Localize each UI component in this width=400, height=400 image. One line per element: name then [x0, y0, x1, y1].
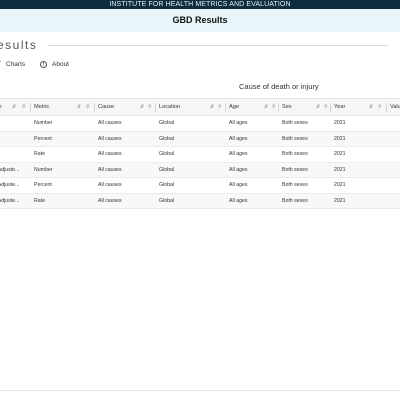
cell-location: Global: [159, 166, 174, 173]
column-resize-handle[interactable]: [225, 103, 226, 112]
cell-metric: Percent: [34, 135, 52, 142]
table-row[interactable]: Rate All causes Global All ages Both sexes 20…: [0, 147, 400, 163]
cell-metric: Number: [34, 120, 53, 126]
table-row[interactable]: -Adjuste... Percent All causes Global All ag…: [0, 178, 400, 194]
tab-about[interactable]: ! About: [40, 60, 69, 68]
sort-icon[interactable]: ⇵: [316, 99, 320, 116]
sort-icon[interactable]: ⇵: [210, 99, 214, 116]
cell-metric: Rate: [34, 197, 45, 204]
cell-measure: [0, 147, 30, 162]
column-resize-handle[interactable]: [30, 103, 31, 112]
column-header-value[interactable]: Value: [390, 99, 400, 116]
table-row[interactable]: Number All causes Global All ages Both sexes…: [0, 116, 400, 132]
cell-year: 2021: [334, 182, 346, 188]
table-body: Number All causes Global All ages Both sexes…: [0, 116, 400, 209]
cell-sex: Both sexes: [282, 135, 308, 142]
cell-measure: -Adjuste...: [0, 166, 20, 173]
cell-measure: [0, 116, 30, 131]
filter-search-icon[interactable]: ⚲: [378, 99, 382, 116]
cell-cause: All causes: [98, 166, 122, 173]
cell-cause: All causes: [98, 182, 122, 188]
table-row[interactable]: Percent All causes Global All ages Both sexe…: [0, 131, 400, 147]
cell-age: All ages: [229, 151, 248, 157]
filter-search-icon[interactable]: ⚲: [272, 99, 276, 116]
institute-banner: INSTITUTE FOR HEALTH METRICS AND EVALUAT…: [0, 0, 400, 9]
cell-location: Global: [159, 182, 174, 188]
table-header: Measure Metric Cause Location Age Sex Year Valu…: [0, 98, 400, 116]
cell-metric: Number: [34, 166, 53, 173]
cell-sex: Both sexes: [282, 151, 308, 157]
charts-icon: ⫽: [0, 61, 3, 68]
column-header-metric[interactable]: Metric: [34, 99, 49, 116]
cell-year: 2021: [334, 120, 346, 126]
cell-location: Global: [159, 120, 174, 126]
column-resize-handle[interactable]: [155, 103, 156, 112]
column-resize-handle[interactable]: [330, 103, 331, 112]
column-header-cause[interactable]: Cause: [98, 99, 114, 116]
sort-icon[interactable]: ⇵: [140, 99, 144, 116]
cell-measure: -Adjuste...: [0, 197, 20, 204]
sort-icon[interactable]: ⇵: [369, 99, 373, 116]
cell-age: All ages: [229, 197, 248, 204]
cell-year: 2021: [334, 166, 346, 173]
cell-sex: Both sexes: [282, 120, 308, 126]
cell-year: 2021: [334, 197, 346, 204]
table-caption: Cause of death or injury: [239, 82, 319, 91]
tab-charts[interactable]: ⫽ Charts: [0, 61, 25, 68]
cell-age: All ages: [229, 182, 248, 188]
column-header-age[interactable]: Age: [229, 99, 239, 116]
sort-icon[interactable]: ⇵: [77, 99, 81, 116]
column-header-measure[interactable]: Measure: [0, 99, 2, 116]
cell-year: 2021: [334, 135, 346, 142]
column-header-sex[interactable]: Sex: [282, 99, 292, 116]
filter-search-icon[interactable]: ⚲: [218, 99, 222, 116]
tab-about-label: About: [52, 60, 69, 68]
footer-divider: [0, 390, 400, 391]
cell-sex: Both sexes: [282, 197, 308, 204]
filter-search-icon[interactable]: ⚲: [324, 99, 328, 116]
column-resize-handle[interactable]: [386, 103, 387, 112]
cell-cause: All causes: [98, 135, 122, 142]
cell-age: All ages: [229, 135, 248, 142]
cell-cause: All causes: [98, 197, 122, 204]
app-title: GBD Results: [0, 9, 400, 32]
sort-icon[interactable]: ⇵: [12, 99, 16, 116]
heading-divider: [48, 45, 388, 46]
table-row[interactable]: -Adjuste... Rate All causes Global All ages B…: [0, 193, 400, 209]
cell-measure: [0, 132, 30, 147]
cell-location: Global: [159, 135, 174, 142]
column-header-location[interactable]: Location: [159, 99, 180, 116]
page-heading: esults: [0, 38, 38, 52]
filter-search-icon[interactable]: ⚲: [86, 99, 90, 116]
filter-search-icon[interactable]: ⚲: [22, 99, 26, 116]
cell-metric: Rate: [34, 151, 45, 157]
cell-year: 2021: [334, 151, 346, 157]
cell-sex: Both sexes: [282, 182, 308, 188]
results-table: Measure Metric Cause Location Age Sex Year Valu…: [0, 98, 400, 209]
column-resize-handle[interactable]: [94, 103, 95, 112]
filter-search-icon[interactable]: ⚲: [148, 99, 152, 116]
info-icon: !: [40, 60, 47, 68]
cell-location: Global: [159, 197, 174, 204]
cell-age: All ages: [229, 166, 248, 173]
cell-sex: Both sexes: [282, 166, 308, 173]
tab-charts-label: Charts: [6, 60, 26, 68]
column-header-year[interactable]: Year: [334, 99, 345, 116]
column-resize-handle[interactable]: [278, 103, 279, 112]
cell-cause: All causes: [98, 151, 122, 157]
cell-cause: All causes: [98, 120, 122, 126]
cell-age: All ages: [229, 120, 248, 126]
sort-icon[interactable]: ⇵: [264, 99, 268, 116]
cell-measure: -Adjuste...: [0, 182, 20, 188]
table-row[interactable]: -Adjuste... Number All causes Global All age…: [0, 162, 400, 178]
cell-metric: Percent: [34, 182, 52, 188]
cell-location: Global: [159, 151, 174, 157]
